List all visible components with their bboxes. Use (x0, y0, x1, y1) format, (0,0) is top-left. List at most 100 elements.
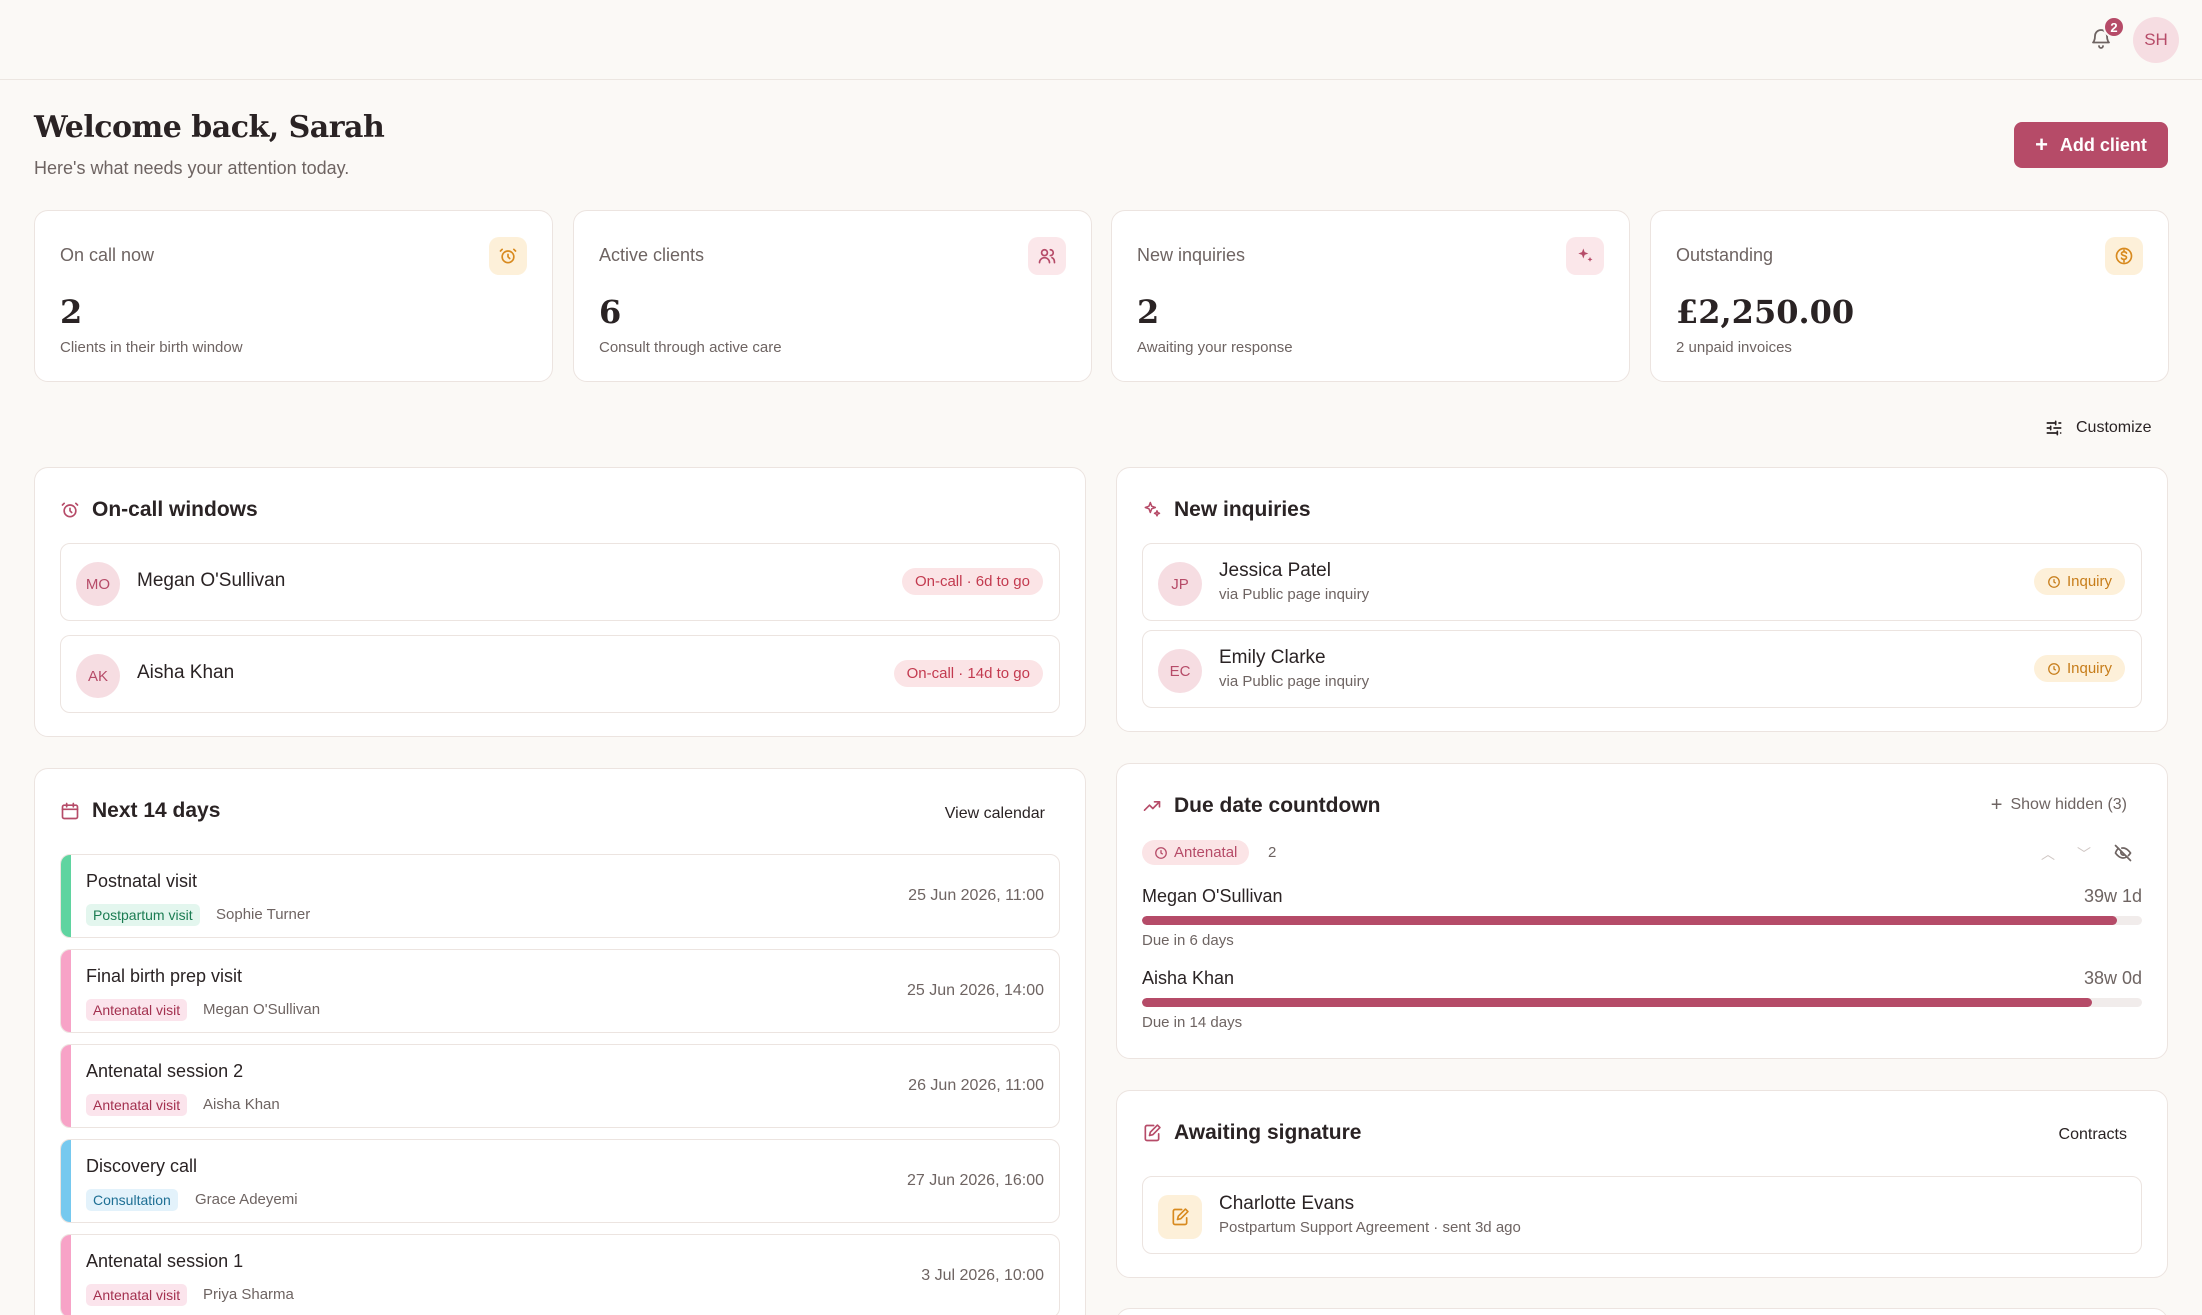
event-title: Postnatal visit (86, 871, 198, 891)
signature-title: Awaiting signature (1174, 1121, 1362, 1144)
event-row[interactable]: Antenatal session 1 Antenatal visit Priy… (60, 1234, 1060, 1315)
stat-value: 2 (60, 293, 83, 331)
stat-label: New inquiries (1137, 245, 1246, 265)
due-in-text: Due in 6 days (1142, 932, 1234, 949)
contract-detail: Postpartum Support Agreement · sent 3d a… (1219, 1219, 1521, 1236)
stat-card-active-clients[interactable]: Active clients 6 Consult through active … (573, 210, 1092, 382)
avatar: MO (76, 562, 120, 606)
event-type-tag: Antenatal visit (86, 1094, 188, 1116)
stat-note: Clients in their birth window (60, 339, 243, 356)
alarm-clock-icon (489, 237, 527, 275)
customize-button[interactable]: Customize (2044, 418, 2152, 438)
stat-card-on-call[interactable]: On call now 2 Clients in their birth win… (34, 210, 553, 382)
chevron-up-icon[interactable]: ︿ (2041, 844, 2055, 864)
page-subtitle: Here's what needs your attention today. (34, 158, 350, 178)
stat-note: Awaiting your response (1137, 339, 1293, 356)
status-label: Inquiry (2066, 573, 2112, 590)
event-type-tag: Postpartum visit (86, 904, 200, 926)
client-name: Jessica Patel (1219, 560, 1331, 581)
inquiry-source: via Public page inquiry (1219, 673, 1370, 690)
show-hidden-label: Show hidden (3) (2010, 796, 2127, 813)
event-datetime: 25 Jun 2026, 14:00 (906, 982, 1044, 999)
clock-icon (2048, 662, 2060, 675)
sparkles-icon (1144, 501, 1161, 517)
panel-title: On-call windows (60, 498, 258, 522)
stat-label: On call now (60, 245, 155, 265)
countdown-client-name: Aisha Khan (1142, 968, 1235, 988)
clock-icon (1155, 846, 1167, 859)
add-client-button[interactable]: + Add client (2014, 122, 2168, 168)
new-inquiries-panel: New inquiries JP Jessica Patel via Publi… (1116, 467, 2168, 732)
status-badge: Inquiry (2033, 568, 2125, 595)
event-color-bar (61, 1140, 71, 1222)
status-badge: Inquiry (2033, 655, 2125, 682)
show-hidden-button[interactable]: + Show hidden (3) (1991, 795, 2127, 815)
on-call-title: On-call windows (92, 498, 258, 521)
add-client-label: Add client (2059, 134, 2147, 155)
inquiry-source: via Public page inquiry (1219, 586, 1370, 603)
chevron-down-icon[interactable]: ﹀ (2077, 844, 2091, 864)
due-date-countdown-panel: Due date countdown + Show hidden (3) Ant… (1116, 763, 2168, 1059)
client-name: Megan O'Sullivan (137, 570, 286, 591)
event-row[interactable]: Final birth prep visit Antenatal visit M… (60, 949, 1060, 1033)
status-badge: On-call · 6d to go (901, 568, 1043, 595)
page-title: Welcome back, Sarah (34, 110, 385, 145)
event-datetime: 3 Jul 2026, 10:00 (921, 1267, 1044, 1284)
avatar: AK (76, 654, 120, 698)
event-title: Final birth prep visit (86, 966, 243, 986)
due-in-text: Due in 14 days (1142, 1014, 1243, 1031)
inquiry-row[interactable]: JP Jessica Patel via Public page inquiry… (1142, 543, 2142, 621)
event-client: Priya Sharma (203, 1286, 294, 1303)
file-signature-icon (1144, 1124, 1161, 1142)
signature-row[interactable]: Charlotte Evans Postpartum Support Agree… (1142, 1176, 2142, 1254)
event-datetime: 26 Jun 2026, 11:00 (908, 1077, 1044, 1094)
clock-icon (2048, 575, 2060, 588)
stat-card-new-inquiries[interactable]: New inquiries 2 Awaiting your response (1111, 210, 1630, 382)
next-panel (1116, 1308, 2168, 1315)
view-calendar-link[interactable]: View calendar (945, 805, 1045, 823)
customize-label: Customize (2076, 419, 2152, 436)
event-row[interactable]: Discovery call Consultation Grace Adeyem… (60, 1139, 1060, 1223)
calendar-icon (61, 802, 79, 820)
gestation-weeks: 39w 1d (2083, 886, 2142, 906)
panel-title: Due date countdown (1142, 794, 1381, 818)
event-type-tag: Antenatal visit (86, 1284, 188, 1306)
stat-note: 2 unpaid invoices (1676, 339, 1792, 356)
panel-title: New inquiries (1142, 498, 1311, 522)
event-row[interactable]: Postnatal visit Postpartum visit Sophie … (60, 854, 1060, 938)
on-call-row[interactable]: AK Aisha Khan On-call · 14d to go (60, 635, 1060, 713)
stat-note: Consult through active care (599, 339, 782, 356)
user-avatar[interactable]: SH (2133, 17, 2179, 63)
trending-up-icon (1143, 801, 1161, 811)
on-call-row[interactable]: MO Megan O'Sullivan On-call · 6d to go (60, 543, 1060, 621)
event-datetime: 27 Jun 2026, 16:00 (906, 1172, 1044, 1189)
event-client: Sophie Turner (216, 906, 311, 923)
on-call-windows-panel: On-call windows MO Megan O'Sullivan On-c… (34, 467, 1086, 737)
event-client: Megan O'Sullivan (203, 1001, 321, 1018)
users-icon (1028, 237, 1066, 275)
countdown-client-name: Megan O'Sullivan (1142, 886, 1283, 906)
gestation-weeks: 38w 0d (2083, 968, 2142, 988)
stat-label: Outstanding (1676, 245, 1774, 265)
eye-off-icon[interactable] (2113, 843, 2133, 868)
event-title: Antenatal session 2 (86, 1061, 244, 1081)
event-row[interactable]: Antenatal session 2 Antenatal visit Aish… (60, 1044, 1060, 1128)
due-date-progress (1142, 916, 2142, 925)
awaiting-signature-panel: Awaiting signature Contracts Charlotte E… (1116, 1090, 2168, 1278)
client-name: Emily Clarke (1219, 647, 1326, 668)
antenatal-group-chip[interactable]: Antenatal (1142, 840, 1250, 865)
contract-icon (1158, 1195, 1202, 1239)
group-label: Antenatal (1174, 844, 1238, 861)
contracts-link[interactable]: Contracts (2059, 1126, 2127, 1144)
event-type-tag: Antenatal visit (86, 999, 188, 1021)
countdown-title: Due date countdown (1174, 794, 1381, 817)
top-bar (0, 0, 2202, 80)
alarm-clock-icon (61, 502, 79, 518)
plus-icon: + (1990, 794, 2003, 816)
stat-card-outstanding[interactable]: Outstanding £2,250.00 2 unpaid invoices (1650, 210, 2169, 382)
inquiry-row[interactable]: EC Emily Clarke via Public page inquiry … (1142, 630, 2142, 708)
event-datetime: 25 Jun 2026, 11:00 (908, 887, 1044, 904)
status-label: Inquiry (2066, 660, 2112, 677)
client-name: Aisha Khan (137, 662, 235, 683)
event-color-bar (61, 855, 71, 937)
